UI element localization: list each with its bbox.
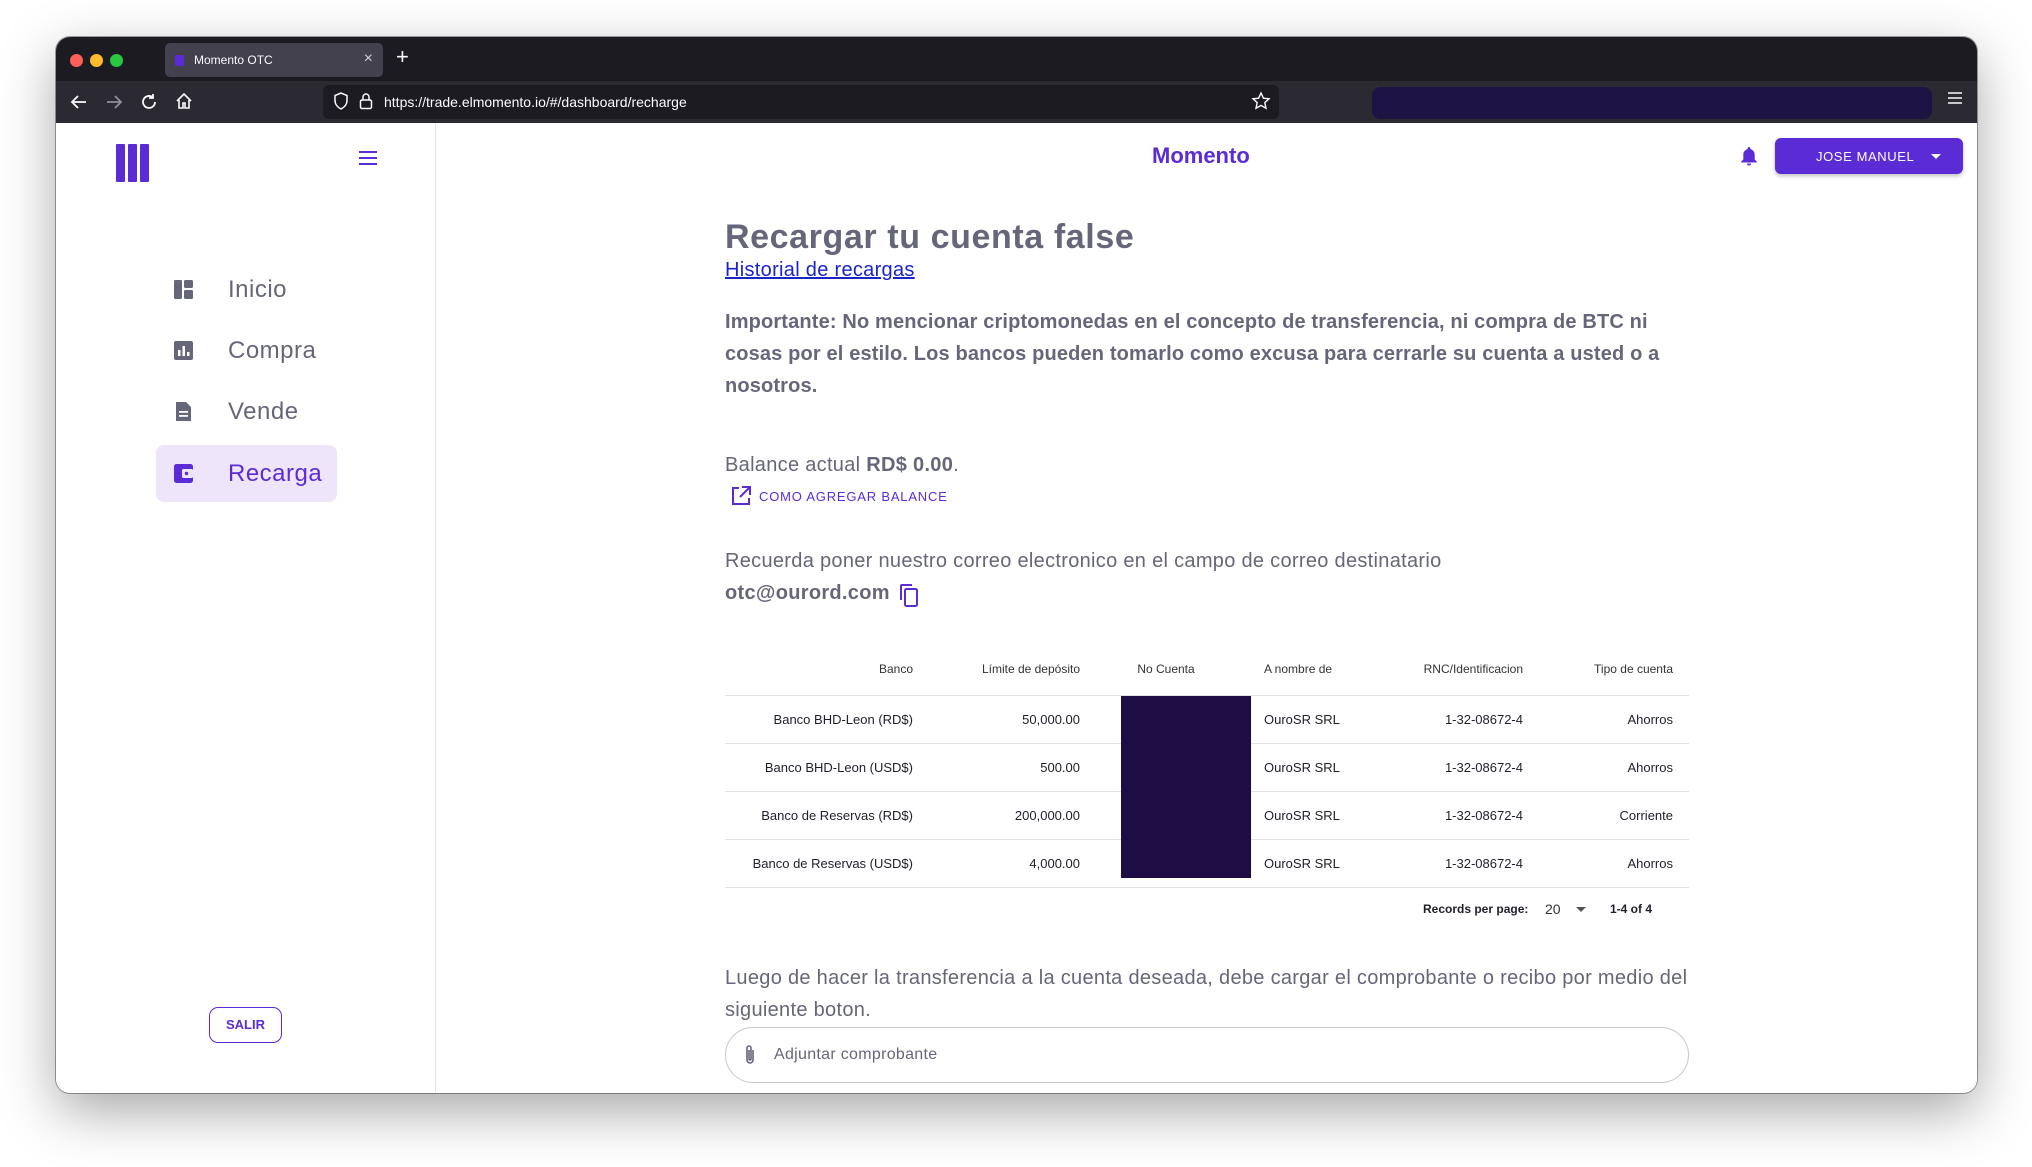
column-header-banco[interactable]: Banco [725, 643, 929, 696]
cell-a-nombre-de: OuroSR SRL [1236, 839, 1372, 888]
sidebar-item-label: Vende [228, 398, 299, 425]
tab-title: Momento OTC [194, 53, 273, 67]
back-arrow-icon[interactable] [70, 93, 88, 111]
favicon-icon [175, 55, 184, 66]
sidebar-item-label: Inicio [228, 276, 288, 303]
balance-suffix: . [953, 454, 960, 476]
cell-banco: Banco BHD-Leon (USD$) [725, 743, 929, 792]
address-bar[interactable]: https://trade.elmomento.io/#/dashboard/r… [323, 85, 1279, 119]
records-per-page-select[interactable]: 20 [1545, 901, 1561, 917]
cell-tipo-cuenta: Ahorros [1539, 839, 1689, 888]
recharge-history-link[interactable]: Historial de recargas [725, 259, 915, 282]
browser-tab-strip: Momento OTC × + [56, 37, 1977, 81]
logout-button[interactable]: SALIR [209, 1007, 282, 1043]
open-in-new-icon [732, 486, 751, 505]
balance-value: RD$ 0.00 [866, 454, 954, 476]
column-header-rnc[interactable]: RNC/Identificacion [1372, 643, 1539, 696]
recipient-email: otc@ourord.com [725, 582, 890, 604]
dashboard-icon [174, 280, 193, 299]
close-tab-icon[interactable]: × [364, 50, 373, 68]
cell-banco: Banco BHD-Leon (RD$) [725, 695, 929, 744]
app-root: Inicio Compra Vende Recarga SALIR Moment… [56, 123, 1977, 1093]
cell-tipo-cuenta: Ahorros [1539, 695, 1689, 744]
balance-line: Balance actual RD$ 0.00. [725, 454, 959, 477]
cell-tipo-cuenta: Corriente [1539, 791, 1689, 840]
cell-limite: 200,000.00 [929, 791, 1096, 840]
sidebar: Inicio Compra Vende Recarga SALIR [56, 123, 436, 1093]
bookmark-star-icon[interactable] [1251, 91, 1271, 111]
sidebar-item-recarga[interactable]: Recarga [156, 445, 337, 502]
balance-label: Balance actual [725, 454, 867, 476]
shield-icon[interactable] [333, 92, 349, 110]
cell-a-nombre-de: OuroSR SRL [1236, 695, 1372, 744]
sidebar-item-vende[interactable]: Vende [156, 383, 337, 440]
close-window-button[interactable] [70, 54, 83, 67]
cell-limite: 50,000.00 [929, 695, 1096, 744]
column-header-a-nombre-de[interactable]: A nombre de [1236, 643, 1372, 696]
hamburger-menu-icon[interactable] [359, 151, 377, 165]
pagination-range: 1-4 of 4 [1610, 902, 1653, 916]
how-to-add-balance-label: COMO AGREGAR BALANCE [759, 489, 948, 504]
brand-title: Momento [1152, 143, 1250, 168]
cell-banco: Banco de Reservas (USD$) [725, 839, 929, 888]
reload-icon[interactable] [140, 93, 158, 111]
chevron-down-icon[interactable] [1576, 907, 1586, 912]
momento-logo[interactable] [116, 144, 150, 182]
cell-limite: 4,000.00 [929, 839, 1096, 888]
cell-rnc: 1-32-08672-4 [1372, 695, 1539, 744]
user-name: JOSE MANUEL [1816, 149, 1915, 164]
browser-toolbar: https://trade.elmomento.io/#/dashboard/r… [56, 81, 1977, 123]
account-number-redaction [1121, 696, 1251, 878]
column-header-tipo-cuenta[interactable]: Tipo de cuenta [1539, 643, 1689, 696]
chart-icon [174, 341, 193, 360]
attach-receipt-placeholder: Adjuntar comprobante [774, 1046, 938, 1063]
zoom-window-button[interactable] [110, 54, 123, 67]
new-tab-button[interactable]: + [396, 44, 409, 70]
sidebar-item-compra[interactable]: Compra [156, 322, 337, 379]
cell-a-nombre-de: OuroSR SRL [1236, 743, 1372, 792]
sidebar-item-label: Compra [228, 337, 317, 364]
home-icon[interactable] [175, 92, 193, 110]
document-icon [176, 402, 191, 421]
cell-tipo-cuenta: Ahorros [1539, 743, 1689, 792]
table-header-row: Banco Límite de depósito No Cuenta A nom… [725, 643, 1689, 696]
forward-arrow-icon[interactable] [105, 93, 123, 111]
browser-window: Momento OTC × + https://trade.elmomento.… [56, 37, 1977, 1093]
wallet-icon [174, 464, 193, 483]
cell-rnc: 1-32-08672-4 [1372, 839, 1539, 888]
copy-icon[interactable] [899, 583, 919, 607]
email-reminder-text: Recuerda poner nuestro correo electronic… [725, 550, 1442, 572]
cell-limite: 500.00 [929, 743, 1096, 792]
lock-icon[interactable] [359, 92, 373, 110]
column-header-no-cuenta[interactable]: No Cuenta [1096, 643, 1236, 696]
cell-rnc: 1-32-08672-4 [1372, 743, 1539, 792]
sidebar-item-inicio[interactable]: Inicio [156, 261, 337, 318]
browser-tab[interactable]: Momento OTC × [165, 43, 383, 77]
page-title: Recargar tu cuenta false [725, 218, 1135, 256]
chevron-down-icon [1931, 154, 1941, 159]
column-header-limite[interactable]: Límite de depósito [929, 643, 1096, 696]
user-menu-button[interactable]: JOSE MANUEL [1775, 138, 1963, 174]
paperclip-icon [746, 1045, 754, 1064]
minimize-window-button[interactable] [90, 54, 103, 67]
cell-a-nombre-de: OuroSR SRL [1236, 791, 1372, 840]
cell-banco: Banco de Reservas (RD$) [725, 791, 929, 840]
records-per-page-label: Records per page: [1423, 902, 1529, 916]
table-pagination: Records per page: 20 1-4 of 4 [725, 899, 1689, 923]
important-notice: Importante: No mencionar criptomonedas e… [725, 311, 1660, 397]
cell-rnc: 1-32-08672-4 [1372, 791, 1539, 840]
url-text: https://trade.elmomento.io/#/dashboard/r… [384, 94, 687, 110]
sidebar-item-label: Recarga [228, 460, 323, 487]
notification-bell-icon[interactable] [1740, 146, 1758, 166]
app-menu-icon[interactable] [1947, 91, 1963, 105]
upload-instructions: Luego de hacer la transferencia a la cue… [725, 967, 1688, 1021]
search-bar[interactable] [1372, 87, 1932, 119]
attach-receipt-input[interactable]: Adjuntar comprobante [725, 1027, 1689, 1083]
